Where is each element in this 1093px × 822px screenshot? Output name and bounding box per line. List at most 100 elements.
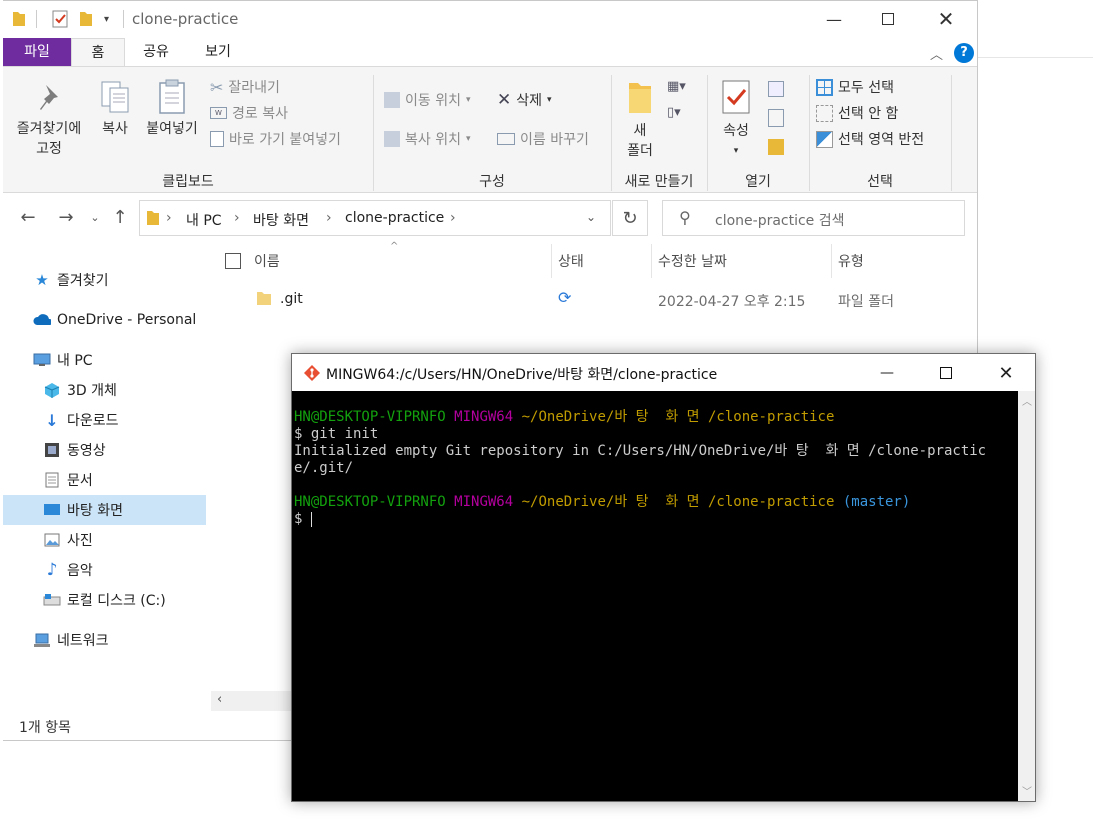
recent-locations-chevron-icon[interactable]: ⌄ (87, 201, 103, 233)
horizontal-scrollbar[interactable]: ‹ (211, 691, 295, 711)
refresh-icon: ↻ (622, 207, 638, 229)
column-header-type[interactable]: 유형 (838, 251, 864, 271)
easy-access-icon[interactable]: ▯▾ (667, 105, 681, 120)
move-to-label: 이동 위치 (405, 93, 461, 109)
search-input[interactable]: clone-practice 검색 (715, 210, 845, 230)
column-header-status[interactable]: 상태 (558, 251, 584, 271)
new-folder-quick-access-icon[interactable] (79, 10, 93, 28)
tab-file[interactable]: 파일 (3, 38, 71, 66)
computer-icon (33, 351, 51, 369)
command-line: $ git init (294, 426, 379, 442)
table-row[interactable]: .git ⟳ 2022-04-27 오후 2:15 파일 폴더 (218, 284, 977, 314)
properties-quick-access-icon[interactable] (52, 10, 68, 28)
address-bar[interactable]: › 내 PC › 바탕 화면 › clone-practice › ⌄ (139, 200, 611, 236)
explorer-title-bar[interactable]: ▾ clone-practice — ✕ (3, 1, 977, 37)
help-icon[interactable]: ? (954, 43, 974, 63)
copy-to-button[interactable]: 복사 위치 ▾ (384, 129, 471, 149)
sidebar-item-this-pc[interactable]: 내 PC (3, 345, 206, 375)
tab-view[interactable]: 보기 (193, 38, 243, 66)
chevron-right-icon[interactable]: › (166, 210, 172, 226)
history-icon[interactable] (768, 139, 784, 155)
pin-to-quick-access-button[interactable]: 즐겨찾기에 고정 (9, 83, 89, 159)
sidebar-item-local-disk[interactable]: 로컬 디스크 (C:) (3, 585, 206, 615)
star-icon: ★ (35, 271, 49, 289)
sidebar-item-onedrive[interactable]: OneDrive - Personal (3, 305, 206, 335)
refresh-button[interactable]: ↻ (612, 200, 648, 236)
properties-button[interactable]: 속성 ▾ (713, 79, 759, 161)
sidebar-item-3d-objects[interactable]: 3D 개체 (3, 375, 206, 405)
edit-icon[interactable] (768, 109, 784, 127)
move-to-icon (384, 92, 400, 108)
column-header-name[interactable]: 이름 (254, 251, 280, 271)
chevron-right-icon[interactable]: › (234, 210, 240, 226)
chevron-right-icon[interactable]: › (326, 210, 332, 226)
column-header-modified[interactable]: 수정한 날짜 (658, 251, 727, 271)
file-name: .git (280, 291, 303, 307)
invert-selection-button[interactable]: 선택 영역 반전 (816, 129, 924, 149)
git-logo-icon (303, 364, 321, 386)
breadcrumb-my-pc[interactable]: 내 PC (186, 210, 222, 230)
copy-button[interactable]: 복사 (93, 79, 137, 139)
scroll-left-icon[interactable]: ‹ (217, 692, 222, 707)
back-arrow-icon[interactable]: ← (15, 201, 41, 233)
select-none-label: 선택 안 함 (838, 106, 899, 122)
up-arrow-icon[interactable]: ↑ (109, 201, 131, 233)
picture-icon (43, 531, 61, 549)
copy-label: 복사 (102, 121, 128, 137)
document-icon (43, 471, 61, 489)
pin-label-2: 고정 (36, 141, 62, 157)
sidebar-item-desktop[interactable]: 바탕 화면 (3, 495, 206, 525)
select-all-checkbox[interactable] (225, 253, 241, 269)
new-item-icon[interactable]: ▦▾ (667, 79, 686, 94)
scissors-icon: ✂ (210, 77, 224, 97)
tab-home[interactable]: 홈 (71, 38, 125, 66)
terminal-title-bar[interactable]: MINGW64:/c/Users/HN/OneDrive/바탕 화면/clone… (292, 354, 1035, 391)
paste-shortcut-label: 바로 가기 붙여넣기 (229, 132, 341, 148)
rename-icon (497, 133, 515, 145)
copy-path-button[interactable]: W 경로 복사 (210, 103, 288, 123)
sidebar-item-pictures[interactable]: 사진 (3, 525, 206, 555)
paste-button[interactable]: 붙여넣기 (139, 79, 205, 139)
new-folder-button[interactable]: 새 폴더 (617, 79, 663, 161)
sidebar-item-music[interactable]: ♪ 음악 (3, 555, 206, 585)
clipboard-icon (139, 79, 205, 119)
forward-arrow-icon[interactable]: → (53, 201, 79, 233)
search-box[interactable]: ⚲ clone-practice 검색 (662, 200, 965, 236)
scroll-up-icon[interactable]: ︿ (1022, 393, 1032, 408)
breadcrumb-clone-practice[interactable]: clone-practice (345, 210, 444, 226)
maximize-button[interactable] (865, 1, 911, 37)
terminal-minimize-button[interactable]: — (867, 359, 907, 387)
paste-shortcut-button[interactable]: 바로 가기 붙여넣기 (210, 129, 341, 149)
chevron-right-icon[interactable]: › (450, 210, 456, 226)
terminal-scrollbar[interactable]: ︿ ﹀ (1018, 391, 1035, 801)
address-dropdown-chevron-icon[interactable]: ⌄ (586, 210, 596, 224)
ribbon-tabs: 파일 홈 공유 보기 ︿ ? (3, 38, 977, 66)
customize-quick-access-icon[interactable]: ▾ (104, 10, 109, 28)
terminal-output[interactable]: HN@DESKTOP-VIPRNFO MINGW64 ~/OneDrive/바 … (292, 391, 1018, 801)
minimize-button[interactable]: — (811, 1, 857, 37)
sidebar-item-network[interactable]: 네트워크 (3, 625, 206, 655)
move-to-button[interactable]: 이동 위치 ▾ (384, 90, 471, 110)
open-icon[interactable] (768, 81, 784, 97)
select-all-button[interactable]: 모두 선택 (816, 77, 894, 97)
rename-button[interactable]: 이름 바꾸기 (497, 129, 589, 149)
close-button[interactable]: ✕ (923, 1, 969, 37)
scroll-down-icon[interactable]: ﹀ (1022, 783, 1032, 798)
cloud-icon (33, 311, 51, 329)
chevron-up-icon[interactable]: ︿ (930, 44, 943, 63)
sidebar-item-quick-access[interactable]: ★ 즐겨찾기 (3, 265, 206, 295)
select-none-button[interactable]: 선택 안 함 (816, 103, 898, 123)
terminal-maximize-button[interactable] (926, 359, 966, 387)
terminal-close-button[interactable]: ✕ (986, 359, 1026, 387)
tab-share[interactable]: 공유 (131, 38, 181, 66)
ribbon: 즐겨찾기에 고정 복사 붙여넣기 ✂ 잘라내기 W 경로 복사 바로 가기 붙여… (3, 66, 977, 193)
cut-button[interactable]: ✂ 잘라내기 (210, 77, 280, 97)
copy-path-icon: W (210, 107, 227, 119)
delete-button[interactable]: ✕ 삭제 ▾ (497, 90, 552, 110)
search-icon: ⚲ (679, 208, 691, 227)
breadcrumb-desktop[interactable]: 바탕 화면 (253, 210, 309, 230)
sidebar-item-videos[interactable]: 동영상 (3, 435, 206, 465)
sidebar-item-documents[interactable]: 문서 (3, 465, 206, 495)
delete-x-icon: ✕ (497, 90, 512, 110)
sidebar-item-downloads[interactable]: ↓ 다운로드 (3, 405, 206, 435)
